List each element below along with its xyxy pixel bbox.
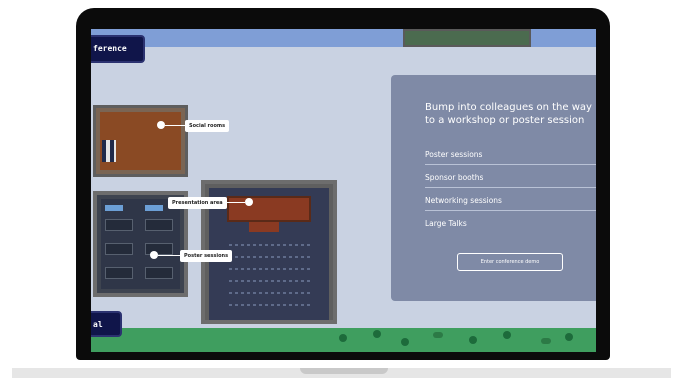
bush	[433, 332, 443, 338]
seat-row	[229, 280, 311, 282]
tree	[503, 331, 511, 339]
checker-rug	[102, 140, 116, 162]
poster-board	[145, 205, 163, 211]
feature-item-networking-sessions: Networking sessions	[425, 196, 596, 211]
feature-item-poster-sessions: Poster sessions	[425, 150, 596, 165]
stage-extension	[249, 222, 279, 232]
tree	[339, 334, 347, 342]
seat-row	[229, 304, 311, 306]
enter-conference-demo-button[interactable]: Enter conference demo	[457, 253, 563, 271]
tree	[469, 336, 477, 344]
poster-sessions-marker	[150, 251, 158, 259]
social-room-map	[93, 105, 188, 177]
seat-row	[229, 292, 311, 294]
laptop-notch	[300, 368, 388, 374]
grass-strip	[91, 328, 596, 352]
poster-room-floor	[101, 199, 180, 289]
brand-tag-bottom-text: al	[93, 320, 103, 329]
poster-desk	[145, 267, 173, 279]
poster-sessions-label: Poster sessions	[180, 250, 233, 262]
poster-desk	[105, 267, 133, 279]
feature-item-sponsor-booths: Sponsor booths	[425, 173, 596, 188]
seat-row	[229, 244, 311, 246]
social-rooms-label: Social rooms	[185, 120, 230, 132]
info-panel: Bump into colleagues on the way to a wor…	[391, 75, 596, 301]
brand-tag-bottom: al	[91, 311, 122, 337]
seat-row	[229, 268, 311, 270]
map-building-fragment	[403, 29, 531, 47]
social-room-floor	[100, 112, 181, 170]
presentation-area-label: Presentation area	[168, 197, 227, 209]
tree	[401, 338, 409, 346]
presentation-area-marker	[245, 198, 253, 206]
tree	[565, 333, 573, 341]
tree	[373, 330, 381, 338]
stage	[227, 196, 311, 222]
bush	[541, 338, 551, 344]
seat-row	[229, 256, 311, 258]
social-rooms-marker	[157, 121, 165, 129]
poster-desk	[145, 219, 173, 231]
poster-sessions-connector	[158, 255, 180, 256]
poster-desk	[105, 243, 133, 255]
brand-tag-text: ference	[93, 44, 127, 53]
laptop-screen: ference Social rooms Presentation area P…	[91, 29, 596, 352]
social-rooms-connector	[165, 125, 185, 126]
feature-item-large-talks: Large Talks	[425, 219, 467, 228]
presentation-area-connector	[227, 202, 245, 203]
poster-board	[105, 205, 123, 211]
poster-desk	[105, 219, 133, 231]
info-heading: Bump into colleagues on the way to a wor…	[425, 102, 592, 126]
brand-tag-top: ference	[91, 35, 145, 63]
